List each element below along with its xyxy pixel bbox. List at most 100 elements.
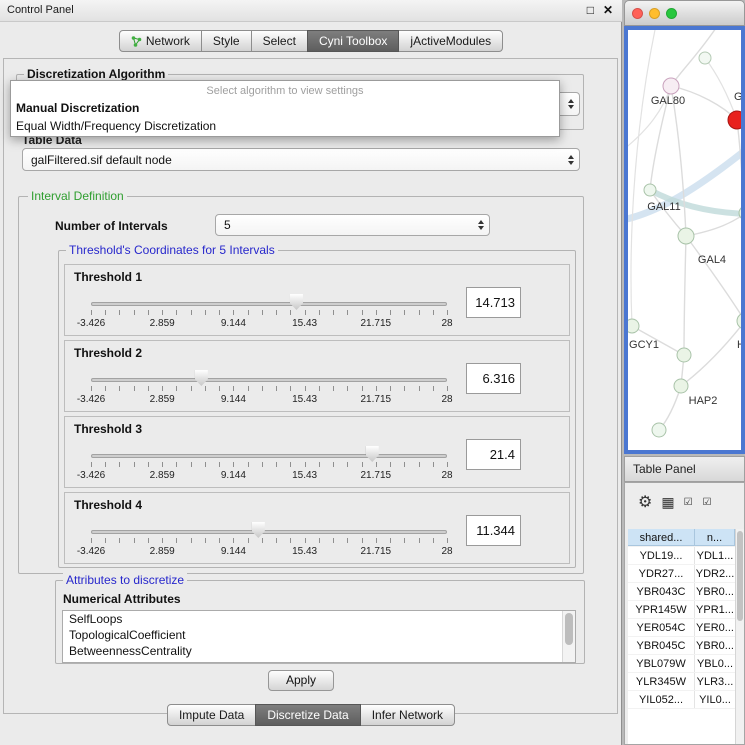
table-cell[interactable]: YDR2...: [695, 565, 735, 582]
table-cell[interactable]: YBR0...: [695, 583, 735, 600]
table-cell[interactable]: YER0...: [695, 619, 735, 636]
attribute-list-item[interactable]: TopologicalCoefficient: [63, 627, 575, 643]
table-row[interactable]: YER054CYER0...: [628, 619, 735, 637]
table-panel-title: Table Panel: [633, 462, 696, 476]
table-column-header[interactable]: shared...: [628, 529, 695, 546]
tab-discretize-data[interactable]: Discretize Data: [255, 704, 360, 726]
table-cell[interactable]: YIL052...: [628, 691, 695, 708]
table-cell[interactable]: YLR345W: [628, 673, 695, 690]
slider-ticks: [91, 462, 447, 468]
minimize-traffic-light[interactable]: [649, 8, 660, 19]
table-cell[interactable]: YER054C: [628, 619, 695, 636]
tab-cyni-toolbox[interactable]: Cyni Toolbox: [307, 30, 399, 52]
algorithm-option-manual[interactable]: Manual Discretization: [11, 99, 559, 117]
threshold-slider[interactable]: -3.4262.8599.14415.4321.71528: [85, 293, 453, 335]
table-row[interactable]: YBR045CYBR0...: [628, 637, 735, 655]
table-row[interactable]: YDL19...YDL1...: [628, 547, 735, 565]
close-traffic-light[interactable]: [632, 8, 643, 19]
network-node[interactable]: [674, 379, 688, 393]
table-data-combobox[interactable]: galFiltered.sif default node: [22, 148, 580, 171]
attributes-group-label: Attributes to discretize: [63, 573, 187, 587]
network-node[interactable]: [677, 348, 691, 362]
node-label: H: [737, 339, 741, 351]
table-toolbar: ⚙ ▦ ☑ ☑: [625, 485, 744, 519]
network-node[interactable]: [663, 78, 679, 94]
table-cell[interactable]: YDL19...: [628, 547, 695, 564]
threshold-value-field[interactable]: 14.713: [466, 287, 521, 318]
table-cell[interactable]: YBR0...: [695, 637, 735, 654]
network-node[interactable]: [628, 319, 639, 333]
algorithm-placeholder-option[interactable]: Select algorithm to view settings: [11, 83, 559, 99]
table-row[interactable]: YBR043CYBR0...: [628, 583, 735, 601]
slider-ticks: [91, 310, 447, 316]
threshold-value-field[interactable]: 6.316: [466, 363, 521, 394]
network-node[interactable]: [737, 313, 741, 329]
tab-label: jActiveModules: [410, 34, 491, 48]
select-all-checkbox-icon[interactable]: ☑: [684, 497, 694, 508]
columns-icon[interactable]: ▦: [661, 494, 674, 511]
table-cell[interactable]: YBR045C: [628, 637, 695, 654]
table-column-header[interactable]: n...: [695, 529, 735, 546]
tab-infer-network[interactable]: Infer Network: [360, 704, 455, 726]
table-cell[interactable]: YLR3...: [695, 673, 735, 690]
tab-label: Impute Data: [179, 708, 244, 722]
table-cell[interactable]: YBR043C: [628, 583, 695, 600]
tab-select[interactable]: Select: [251, 30, 308, 52]
slider-tick-labels: -3.4262.8599.14415.4321.71528: [91, 546, 447, 558]
node-label: HAP2: [689, 395, 718, 407]
slider-thumb[interactable]: [366, 446, 379, 462]
network-node[interactable]: [644, 184, 656, 196]
table-row[interactable]: YPR145WYPR1...: [628, 601, 735, 619]
tab-impute-data[interactable]: Impute Data: [167, 704, 256, 726]
slider-thumb[interactable]: [252, 522, 265, 538]
select-none-checkbox-icon[interactable]: ☑: [703, 497, 713, 508]
table-cell[interactable]: YIL0...: [695, 691, 735, 708]
table-scrollbar[interactable]: [735, 529, 744, 744]
attribute-list-item[interactable]: SelfLoops: [63, 611, 575, 627]
threshold-value-field[interactable]: 11.344: [466, 515, 521, 546]
table-row[interactable]: YLR345WYLR3...: [628, 673, 735, 691]
network-node[interactable]: [678, 228, 694, 244]
threshold-slider[interactable]: -3.4262.8599.14415.4321.71528: [85, 521, 453, 563]
table-cell[interactable]: YBL0...: [695, 655, 735, 672]
zoom-traffic-light[interactable]: [666, 8, 677, 19]
table-cell[interactable]: YPR1...: [695, 601, 735, 618]
table-cell[interactable]: YPR145W: [628, 601, 695, 618]
tab-network[interactable]: Network: [119, 30, 202, 52]
network-node[interactable]: [699, 52, 711, 64]
tick-label: 21.715: [361, 470, 392, 481]
table-row[interactable]: YDR27...YDR2...: [628, 565, 735, 583]
attributes-scrollbar[interactable]: [562, 611, 575, 662]
scrollbar-thumb[interactable]: [737, 531, 743, 621]
threshold-value-field[interactable]: 21.4: [466, 439, 521, 470]
scrollbar-thumb[interactable]: [565, 613, 573, 645]
algorithm-dropdown-popup: Select algorithm to view settings Manual…: [10, 80, 560, 137]
network-icon: [131, 36, 142, 47]
number-of-intervals-combobox[interactable]: 5: [215, 214, 490, 236]
table-cell[interactable]: YDR27...: [628, 565, 695, 582]
attribute-list-item[interactable]: BetweennessCentrality: [63, 643, 575, 659]
gear-icon[interactable]: ⚙: [638, 492, 652, 512]
network-node[interactable]: [652, 423, 666, 437]
table-cell[interactable]: YBL079W: [628, 655, 695, 672]
tab-style[interactable]: Style: [201, 30, 252, 52]
slider-thumb[interactable]: [195, 370, 208, 386]
threshold-slider[interactable]: -3.4262.8599.14415.4321.71528: [85, 369, 453, 411]
tab-jactivemodules[interactable]: jActiveModules: [398, 30, 503, 52]
float-window-icon[interactable]: □: [587, 3, 594, 17]
attributes-list[interactable]: SelfLoopsTopologicalCoefficientBetweenne…: [62, 610, 576, 663]
table-cell[interactable]: YDL1...: [695, 547, 735, 564]
tick-label: -3.426: [77, 470, 105, 481]
threshold-slider[interactable]: -3.4262.8599.14415.4321.71528: [85, 445, 453, 487]
table-row[interactable]: YIL052...YIL0...: [628, 691, 735, 709]
table-row[interactable]: YBL079WYBL0...: [628, 655, 735, 673]
algorithm-option-equal-width[interactable]: Equal Width/Frequency Discretization: [11, 117, 559, 135]
tick-label: -3.426: [77, 394, 105, 405]
tick-label: 15.43: [292, 546, 317, 557]
close-icon[interactable]: ✕: [603, 3, 613, 17]
apply-button[interactable]: Apply: [268, 670, 334, 691]
slider-ticks: [91, 538, 447, 544]
network-node[interactable]: [728, 111, 741, 129]
slider-thumb[interactable]: [290, 294, 303, 310]
network-canvas[interactable]: GAL80GAGAL11GAL4GCY1HHAP2: [624, 26, 745, 454]
